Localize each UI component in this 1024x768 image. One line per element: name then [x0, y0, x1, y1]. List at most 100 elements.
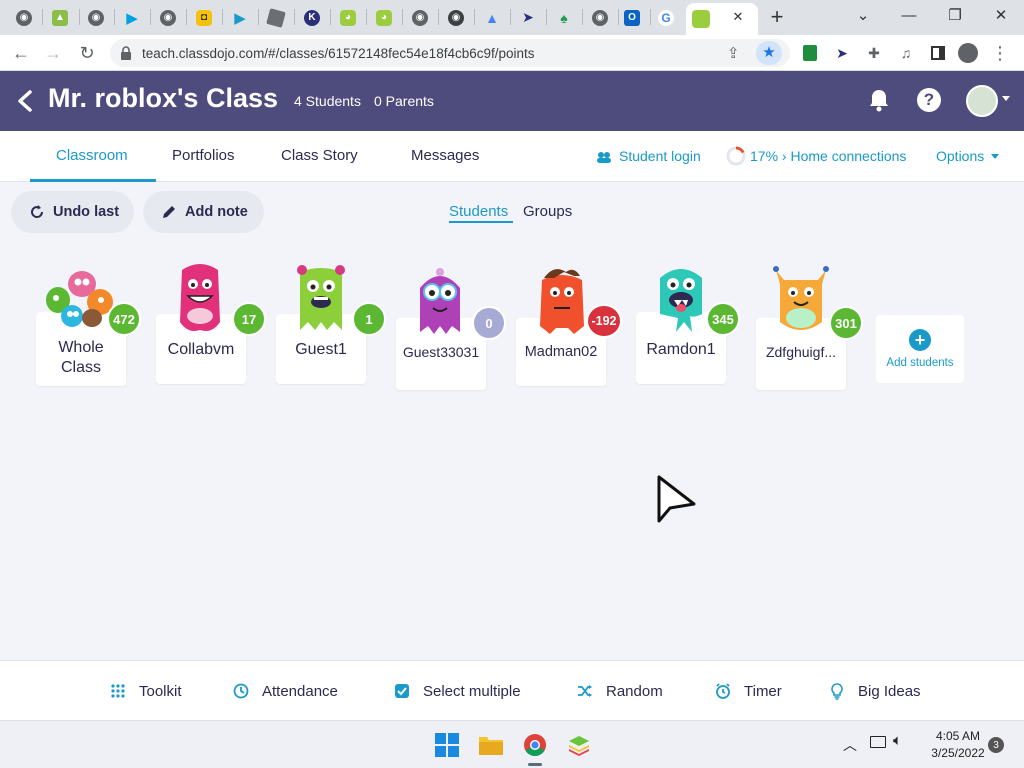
reload-icon[interactable]: ↻	[74, 40, 100, 66]
minimize-button[interactable]: —	[895, 4, 923, 26]
shuffle-icon	[576, 682, 594, 700]
add-note-label: Add note	[185, 204, 248, 220]
back-arrow-icon[interactable]: ←	[8, 40, 34, 66]
people-icon	[596, 150, 612, 163]
clock-date[interactable]: 3/25/2022	[920, 746, 996, 760]
student-count[interactable]: 4 Students	[294, 93, 361, 109]
mouse-cursor-icon	[656, 474, 698, 526]
chrome-icon[interactable]: ◉	[586, 4, 614, 31]
options-label: Options	[936, 148, 985, 164]
cursor-extension-icon[interactable]: ➤	[832, 43, 852, 63]
monster-avatar	[772, 264, 830, 341]
chrome-icon[interactable]: ◉	[406, 4, 434, 31]
toolkit-button[interactable]: Toolkit	[109, 682, 182, 700]
plus-icon: +	[909, 329, 931, 351]
outlook-icon[interactable]: O	[618, 4, 646, 31]
windows-start-icon[interactable]	[434, 732, 460, 758]
chrome-icon[interactable]	[522, 732, 548, 758]
browser-tab-strip: ◉ ▲ ◉ ▶ ◉ ◘ ▶ K ◕ ◕ ◉ ◉ ▲ ➤ ♠ ◉ O G ✕ + …	[0, 0, 1024, 35]
profile-icon[interactable]	[958, 43, 978, 63]
monster-avatar	[294, 262, 348, 339]
tab-search-icon[interactable]: ⌄	[849, 4, 877, 26]
k-icon[interactable]: K	[298, 4, 326, 31]
chevron-up-icon[interactable]: ︿	[843, 735, 857, 755]
tab-classroom[interactable]: Classroom	[56, 147, 128, 164]
leaf-icon[interactable]: ♠	[550, 4, 578, 31]
sheets-extension-icon[interactable]	[800, 43, 820, 63]
undo-icon	[29, 204, 45, 220]
extensions-puzzle-icon[interactable]: ✚	[864, 43, 884, 63]
add-students-label: Add students	[886, 357, 954, 369]
undo-last-label: Undo last	[53, 204, 120, 220]
side-panel-icon[interactable]	[928, 43, 948, 63]
parent-count[interactable]: 0 Parents	[374, 93, 434, 109]
back-icon[interactable]	[12, 87, 38, 115]
select-multiple-label: Select multiple	[423, 682, 521, 700]
timer-button[interactable]: Timer	[714, 682, 782, 700]
tab-messages[interactable]: Messages	[411, 147, 479, 164]
progress-ring-icon	[726, 146, 746, 166]
google-icon[interactable]: G	[652, 4, 680, 31]
attendance-label: Attendance	[262, 682, 338, 700]
restore-button[interactable]: ❐	[941, 4, 969, 26]
media-control-icon[interactable]: ♫	[896, 43, 916, 63]
add-students-button[interactable]: + Add students	[876, 315, 964, 383]
play-icon[interactable]: ▶	[118, 4, 146, 31]
big-ideas-label: Big Ideas	[858, 682, 921, 700]
tab-portfolios[interactable]: Portfolios	[172, 147, 235, 164]
chrome-icon[interactable]: ◉	[154, 4, 182, 31]
play-icon[interactable]: ▶	[226, 4, 254, 31]
toolkit-label: Toolkit	[139, 682, 182, 700]
undo-last-button[interactable]: Undo last	[11, 191, 134, 233]
student-name: Ramdon1	[646, 341, 716, 358]
chevron-down-icon[interactable]	[1002, 96, 1010, 101]
avatar[interactable]	[966, 85, 998, 117]
active-tab[interactable]: ✕	[686, 3, 758, 35]
monster-icon	[692, 10, 710, 28]
lock-icon[interactable]	[120, 46, 132, 60]
view-groups-toggle[interactable]: Groups	[523, 203, 572, 220]
chrome-icon[interactable]: ◉	[10, 4, 38, 31]
attendance-button[interactable]: Attendance	[232, 682, 338, 700]
student-name: Collabvm	[167, 341, 235, 358]
bookmark-star-icon[interactable]: ★	[756, 41, 782, 65]
volume-icon[interactable]: 🔈︎	[893, 732, 902, 749]
class-nav: Classroom Portfolios Class Story Message…	[0, 131, 1024, 182]
roblox-icon[interactable]	[262, 4, 290, 31]
url-input[interactable]: teach.classdojo.com/#/classes/61572148fe…	[110, 39, 790, 67]
forward-arrow-icon[interactable]: →	[40, 40, 66, 66]
android-icon[interactable]: ▲	[46, 4, 74, 31]
file-explorer-icon[interactable]	[478, 732, 504, 758]
bluestacks-icon[interactable]	[566, 732, 592, 758]
help-icon[interactable]: ?	[915, 86, 943, 114]
monster-avatar	[534, 264, 590, 341]
display-icon[interactable]	[870, 736, 886, 748]
student-name: Madman02	[524, 344, 598, 360]
drive-icon[interactable]: ▲	[478, 4, 506, 31]
new-tab-button[interactable]: +	[764, 4, 790, 30]
chrome-menu-icon[interactable]: ⋮	[990, 43, 1010, 63]
cursor-icon[interactable]: ➤	[514, 4, 542, 31]
close-tab-icon[interactable]: ✕	[728, 9, 748, 29]
student-name: Whole Class	[58, 339, 104, 376]
bell-icon[interactable]	[865, 86, 893, 114]
point-badge: 0	[472, 306, 506, 340]
share-icon[interactable]: ⇪	[727, 44, 740, 62]
monster-avatar	[414, 266, 466, 343]
close-window-button[interactable]: ✕	[987, 4, 1015, 26]
chrome-icon[interactable]: ◉	[82, 4, 110, 31]
clock-time[interactable]: 4:05 AM	[920, 729, 996, 743]
view-students-toggle[interactable]: Students	[449, 203, 508, 220]
tab-class-story[interactable]: Class Story	[281, 147, 358, 164]
random-button[interactable]: Random	[576, 682, 663, 700]
monster-avatar	[172, 262, 228, 339]
big-ideas-button[interactable]: Big Ideas	[828, 682, 921, 700]
add-note-button[interactable]: Add note	[143, 191, 264, 233]
monster-icon[interactable]: ◕	[370, 4, 398, 31]
chrome-icon[interactable]: ◉	[442, 4, 470, 31]
monster-icon[interactable]: ◕	[334, 4, 362, 31]
home-connections-label: 17% › Home connections	[750, 148, 907, 164]
notification-badge[interactable]: 3	[988, 737, 1004, 753]
select-multiple-button[interactable]: Select multiple	[393, 682, 521, 700]
app-icon[interactable]: ◘	[190, 4, 218, 31]
